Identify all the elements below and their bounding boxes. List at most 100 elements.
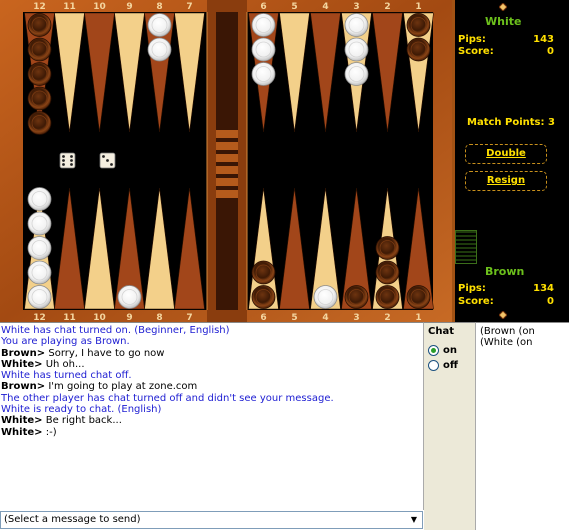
white-checker[interactable]: [27, 285, 52, 309]
chat-sender: Brown>: [1, 347, 46, 359]
white-pips-label: Pips:: [458, 34, 486, 45]
die-pip: [70, 159, 73, 162]
brown-checker[interactable]: [27, 62, 52, 86]
white-checker[interactable]: [27, 260, 52, 285]
bar-stripe: [216, 166, 238, 174]
white-checker[interactable]: [344, 62, 369, 86]
double-button[interactable]: Double: [465, 144, 547, 164]
message-select[interactable]: (Select a message to send) ▼: [0, 511, 423, 529]
chat-on-radio[interactable]: on: [428, 345, 457, 356]
brown-checker[interactable]: [27, 13, 52, 37]
die-pip: [62, 163, 65, 166]
white-checker[interactable]: [251, 37, 276, 62]
chat-line: White> Uh oh...: [1, 359, 423, 370]
chat-sender: Brown>: [1, 381, 46, 393]
chat-text: Sorry, I have to go now: [45, 347, 165, 359]
point-number-label: 4: [322, 313, 328, 322]
chat-line: White is ready to chat. (English): [1, 404, 162, 416]
die-pip: [70, 163, 73, 166]
brown-checker[interactable]: [27, 111, 52, 135]
point-number-label: 6: [260, 2, 266, 12]
game-area: 12 12 11 11 10 10 9 9 8 8 7 7 6 6 5 5 4 4 3 3 2 2 1 1 White Pip…: [0, 0, 569, 322]
die-pip: [110, 163, 113, 166]
point-number-label: 8: [156, 313, 162, 322]
chat-text: :-): [42, 426, 57, 438]
diamond-icon: [499, 3, 507, 11]
right-field: [247, 12, 433, 310]
white-checker[interactable]: [344, 37, 369, 62]
player-list-item: (White (on: [480, 337, 533, 348]
player-list-item: (Brown (on: [480, 326, 535, 337]
point-number-label: 7: [186, 313, 192, 322]
white-checker[interactable]: [27, 211, 52, 236]
white-checker[interactable]: [344, 13, 369, 37]
chat-controls: Chat on off: [424, 322, 476, 530]
white-checker[interactable]: [27, 236, 52, 260]
chat-controls-title: Chat: [428, 326, 454, 337]
white-checker[interactable]: [147, 37, 172, 62]
backgammon-board[interactable]: 121211111010998877665544332211: [0, 0, 452, 322]
brown-checker[interactable]: [375, 236, 400, 260]
point-number-label: 10: [93, 2, 106, 12]
white-checker[interactable]: [251, 13, 276, 37]
radio-empty-icon[interactable]: [428, 360, 439, 371]
chat-line: White has chat turned on. (Beginner, Eng…: [1, 325, 230, 336]
brown-checker[interactable]: [27, 86, 52, 111]
die-pip: [62, 159, 65, 162]
chat-sender: White>: [1, 358, 43, 370]
chat-off-label: off: [443, 360, 458, 371]
match-points: Match Points: 3: [467, 117, 555, 128]
brown-checker[interactable]: [251, 285, 276, 309]
bar-stripe: [216, 178, 238, 186]
brown-checker[interactable]: [375, 260, 400, 285]
point-number-label: 1: [415, 2, 421, 12]
resign-button[interactable]: Resign: [465, 171, 547, 191]
chat-text: Uh oh...: [42, 358, 85, 370]
point-number-label: 5: [291, 313, 297, 322]
point-number-label: 2: [384, 2, 390, 12]
brown-checker[interactable]: [344, 285, 369, 309]
white-score-label: Score:: [458, 46, 494, 57]
point-number-label: 10: [93, 313, 106, 322]
point-number-label: 12: [33, 313, 46, 322]
die-pip: [102, 155, 105, 158]
white-checker[interactable]: [251, 62, 276, 86]
chat-off-radio[interactable]: off: [428, 360, 458, 371]
chat-line: White> Be right back...: [1, 415, 423, 426]
die-pip: [62, 155, 65, 158]
chevron-down-icon[interactable]: ▼: [406, 512, 422, 528]
bar-stripe: [216, 130, 238, 138]
brown-checker[interactable]: [251, 260, 276, 285]
point-number-label: 5: [291, 2, 297, 12]
die-pip: [106, 159, 109, 162]
white-checker[interactable]: [117, 285, 142, 309]
bar-stripe: [216, 142, 238, 150]
point-number-label: 1: [415, 313, 421, 322]
radio-selected-icon[interactable]: [428, 345, 439, 356]
brown-checker[interactable]: [406, 37, 431, 62]
brown-checker[interactable]: [27, 37, 52, 62]
white-checker[interactable]: [313, 285, 338, 309]
brown-pips-label: Pips:: [458, 283, 486, 294]
white-pips-value: 143: [533, 34, 554, 45]
chat-log: White has chat turned on. (Beginner, Eng…: [0, 322, 424, 510]
point-number-label: 7: [186, 2, 192, 12]
score-panel: White Pips: 143 Score: 0 Match Points: 3…: [452, 0, 569, 322]
brown-checker[interactable]: [375, 285, 400, 309]
chat-sender: White>: [1, 426, 43, 438]
brown-checker[interactable]: [406, 285, 431, 309]
point-number-label: 9: [126, 2, 132, 12]
bar-stripe: [216, 154, 238, 162]
point-number-label: 11: [63, 2, 76, 12]
white-checker[interactable]: [147, 13, 172, 37]
point-number-label: 8: [156, 2, 162, 12]
die-pip: [70, 155, 73, 158]
brown-checker[interactable]: [406, 13, 431, 37]
chat-line: Brown> Sorry, I have to go now: [1, 348, 423, 359]
bar-stripe: [216, 190, 238, 198]
chat-line: Brown> I'm going to play at zone.com: [1, 381, 423, 392]
point-number-label: 3: [353, 313, 359, 322]
brown-player-name: Brown: [485, 265, 525, 278]
white-checker[interactable]: [27, 187, 52, 211]
diamond-icon: [499, 311, 507, 319]
